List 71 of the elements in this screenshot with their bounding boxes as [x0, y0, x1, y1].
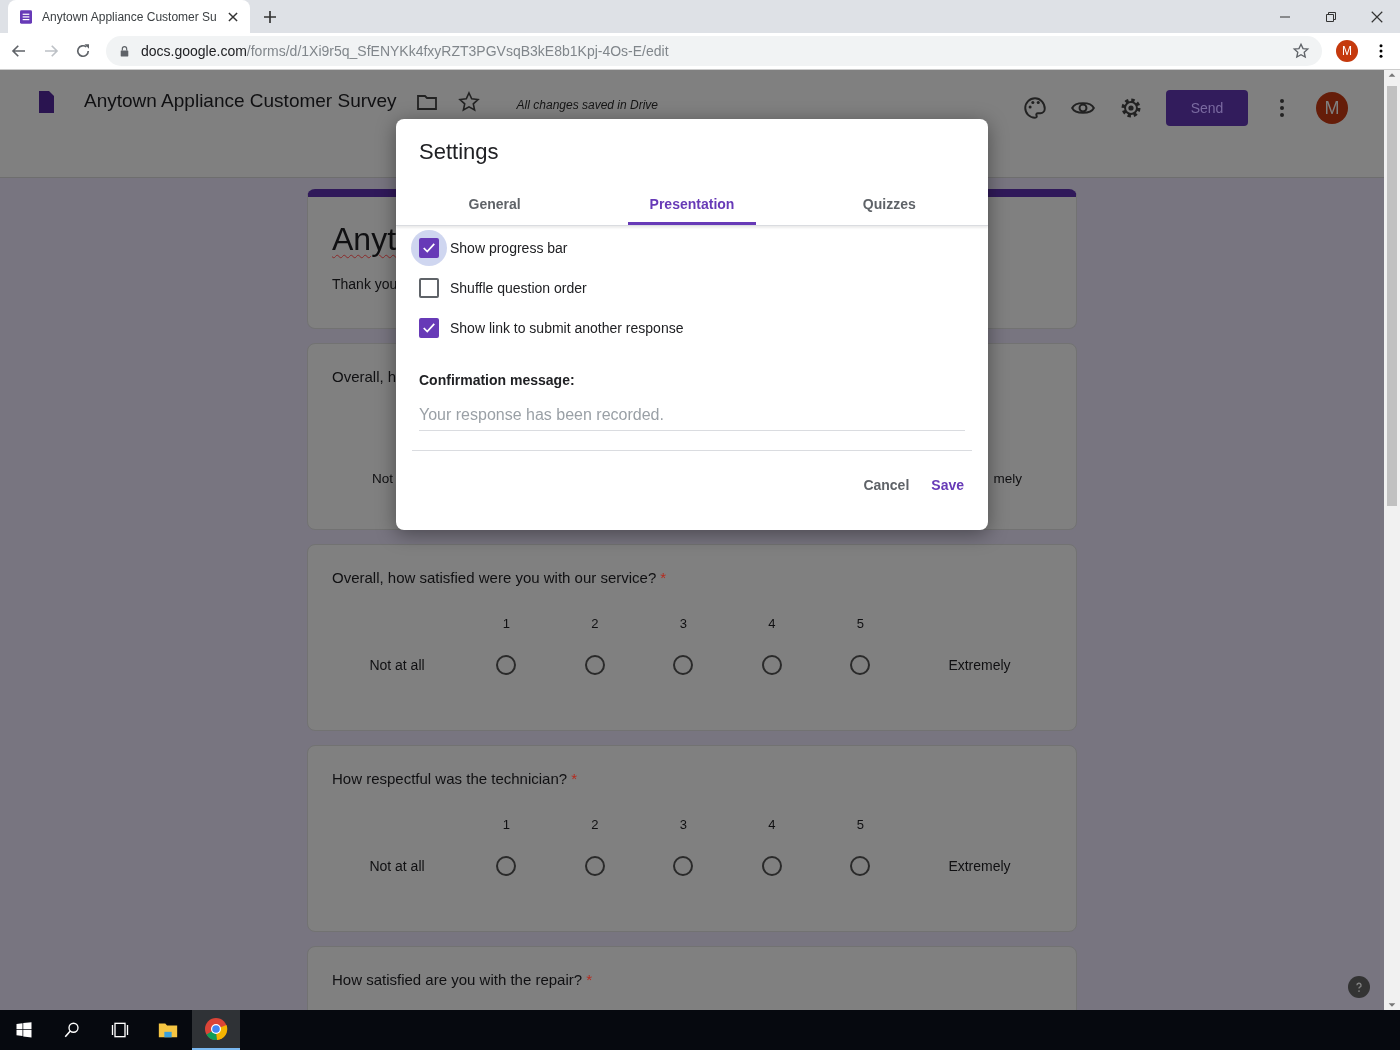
- back-icon[interactable]: [10, 42, 28, 60]
- windows-start-icon[interactable]: [15, 1021, 33, 1039]
- address-bar[interactable]: docs.google.com/forms/d/1Xi9r5q_SfENYKk4fxyRZT3PGVsqB3kE8b1Kpj-4Os-E/edit: [106, 36, 1322, 66]
- forms-icon: [18, 8, 34, 25]
- star-icon[interactable]: [456, 90, 481, 114]
- search-icon[interactable]: [63, 1021, 81, 1039]
- option-label[interactable]: Shuffle question order: [450, 280, 587, 296]
- radio-button[interactable]: [584, 655, 605, 675]
- scale-label: Extremely: [947, 657, 1012, 673]
- tab-title: Anytown Appliance Customer Su: [42, 9, 218, 24]
- scale-number: 5: [855, 817, 865, 832]
- new-tab-icon[interactable]: [262, 8, 278, 25]
- scrollbar[interactable]: [1384, 70, 1400, 1010]
- scale-label: Not at all: [368, 657, 426, 673]
- scale-number: 3: [678, 817, 688, 832]
- radio-button[interactable]: [673, 856, 694, 876]
- field-label: Confirmation message:: [419, 372, 576, 388]
- question-text: Overall, h: [332, 368, 397, 385]
- lock-icon: [118, 44, 131, 58]
- radio-button[interactable]: [496, 856, 517, 876]
- radio-button[interactable]: [850, 856, 871, 876]
- close-icon[interactable]: [1370, 9, 1384, 24]
- checkbox[interactable]: [419, 238, 439, 258]
- dialog-tab[interactable]: Presentation: [627, 185, 757, 225]
- scale-label: mely: [993, 471, 1022, 486]
- scale-number: 2: [590, 616, 600, 631]
- question-text: Overall, how satisfied were you with our service? *: [332, 569, 667, 586]
- question-text: How satisfied are you with the repair? *: [332, 971, 592, 988]
- radio-button[interactable]: [673, 655, 694, 675]
- dialog-title: Settings: [418, 138, 500, 165]
- scale-label: Not at all: [368, 858, 426, 874]
- task-view-icon[interactable]: [110, 1020, 130, 1040]
- scale-number: 5: [855, 616, 865, 631]
- checkbox[interactable]: [419, 278, 439, 298]
- reload-icon[interactable]: [74, 42, 92, 60]
- star-icon[interactable]: [1292, 42, 1310, 60]
- option-label[interactable]: Show link to submit another response: [450, 320, 684, 336]
- scale-number: 4: [767, 616, 777, 631]
- radio-button[interactable]: [761, 655, 782, 675]
- scale-number: 1: [501, 817, 511, 832]
- scale-label: Extremely: [947, 858, 1012, 874]
- url-text: docs.google.com/forms/d/1Xi9r5q_SfENYKk4fxyRZT3PGVsqB3kE8b1Kpj-4Os-E/edit: [141, 43, 670, 59]
- chrome-icon[interactable]: [204, 1017, 228, 1041]
- account-avatar[interactable]: M: [1316, 92, 1348, 124]
- checkbox[interactable]: [419, 318, 439, 338]
- radio-button[interactable]: [850, 655, 871, 675]
- help-icon[interactable]: [1348, 976, 1370, 998]
- scale-number: 4: [767, 817, 777, 832]
- browser-tab[interactable]: Anytown Appliance Customer Su: [8, 0, 250, 33]
- form-title[interactable]: Anytown Appliance Customer Survey: [84, 90, 397, 112]
- check-icon: [422, 321, 436, 335]
- scale-number: 3: [678, 616, 688, 631]
- dialog-tab[interactable]: General: [446, 185, 543, 225]
- save-button[interactable]: Save: [921, 473, 974, 497]
- radio-button[interactable]: [761, 856, 782, 876]
- dialog-tab[interactable]: Quizzes: [840, 185, 938, 225]
- profile-avatar[interactable]: M: [1336, 40, 1358, 62]
- send-button[interactable]: Send: [1166, 90, 1248, 126]
- radio-button[interactable]: [584, 856, 605, 876]
- scale-label: Not: [372, 471, 393, 486]
- check-icon: [422, 241, 436, 255]
- question-text: How respectful was the technician? *: [332, 770, 577, 787]
- scale-number: 2: [590, 817, 600, 832]
- save-status: All changes saved in Drive: [516, 98, 658, 112]
- scale-number: 1: [501, 616, 511, 631]
- cancel-button[interactable]: Cancel: [853, 473, 920, 497]
- option-label[interactable]: Show progress bar: [450, 240, 568, 256]
- palette-icon[interactable]: [1022, 95, 1048, 121]
- close-icon[interactable]: [226, 9, 240, 24]
- radio-button[interactable]: [496, 655, 517, 675]
- restore-icon[interactable]: [1325, 10, 1337, 23]
